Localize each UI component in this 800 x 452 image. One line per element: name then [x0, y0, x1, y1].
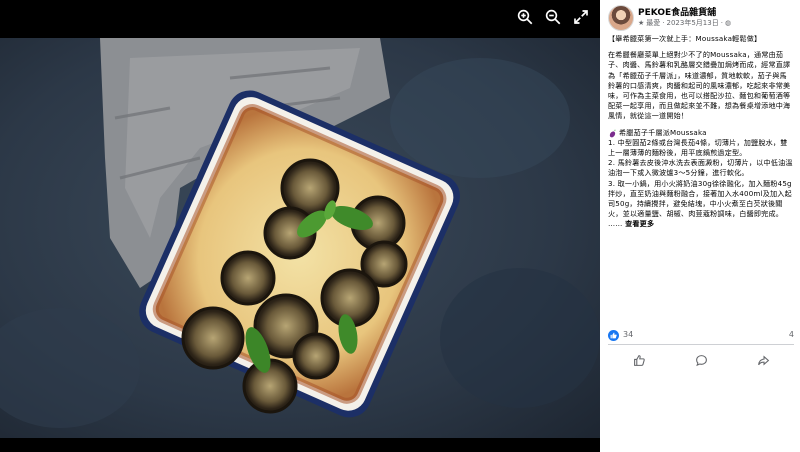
zoom-out-button[interactable]	[542, 6, 564, 28]
like-icon	[633, 354, 645, 366]
fullscreen-button[interactable]	[570, 6, 592, 28]
more-line: …… 查看更多	[608, 219, 794, 229]
ellipsis: ……	[608, 219, 623, 229]
page-name[interactable]: PEKOE食品雜貨舖	[638, 5, 716, 18]
meta-separator: ·	[720, 19, 723, 27]
share-button[interactable]	[732, 349, 794, 371]
post-photo	[0, 38, 600, 438]
meta-separator: ·	[662, 19, 665, 27]
star-icon: ★	[638, 19, 645, 27]
post-meta: ★ 最愛 · 2023年5月13日 · ◍	[638, 18, 731, 28]
comment-count[interactable]: 4	[789, 330, 794, 339]
recipe-step: 3. 取一小鍋，用小火將奶油30g徐徐融化，加入麵粉45g拌炒，直至奶油與麵粉融…	[608, 178, 792, 219]
zoom-out-icon	[545, 9, 561, 25]
like-reaction-icon[interactable]	[608, 330, 619, 341]
recipe-step: 2. 馬鈴薯去皮後沖水洗去表面澱粉，切薄片，以中低油溫油泡一下或入微波爐3～5分…	[608, 158, 793, 178]
zoom-in-button[interactable]	[514, 6, 536, 28]
fullscreen-icon	[574, 10, 588, 24]
page-avatar[interactable]	[608, 5, 634, 31]
recipe-step: 1. 中型圓茄2條或台灣長茄4條，切薄片，加鹽脫水，雙上一層薄薄的麵粉後，用平底…	[608, 137, 788, 158]
eggplant-icon	[609, 129, 616, 137]
share-icon	[757, 355, 769, 365]
post-title: 【舉希臘菜第一次就上手：Moussaka輕鬆做】	[608, 34, 762, 43]
post-body: 【舉希臘菜第一次就上手：Moussaka輕鬆做】 在希臘餐廳菜單上絕對少不了的M…	[608, 34, 794, 230]
see-more-link[interactable]: 查看更多	[625, 219, 654, 228]
photo-viewer	[0, 0, 600, 452]
like-count[interactable]: 34	[623, 330, 633, 339]
meta-label: 最愛	[646, 19, 661, 27]
recipe-title-line: 希臘茄子千層派Moussaka	[608, 128, 794, 138]
comment-icon	[695, 354, 707, 366]
globe-icon: ◍	[724, 19, 732, 27]
reaction-stats: 34 4	[608, 329, 794, 343]
post-panel: PEKOE食品雜貨舖 ★ 最愛 · 2023年5月13日 · ◍ 【舉希臘菜第一…	[600, 0, 800, 452]
recipe-title: 希臘茄子千層派Moussaka	[619, 127, 707, 137]
like-button[interactable]	[608, 349, 670, 371]
divider	[608, 344, 794, 345]
post-header: PEKOE食品雜貨舖 ★ 最愛 · 2023年5月13日 · ◍	[608, 5, 798, 33]
zoom-in-icon	[517, 9, 533, 25]
action-bar	[608, 349, 794, 371]
post-date[interactable]: 2023年5月13日	[667, 18, 719, 28]
comment-button[interactable]	[670, 349, 732, 371]
post-intro: 在希臘餐廳菜單上絕對少不了的Moussaka，通常由茄子、肉醬、馬鈴薯和乳酪層交…	[608, 50, 791, 121]
